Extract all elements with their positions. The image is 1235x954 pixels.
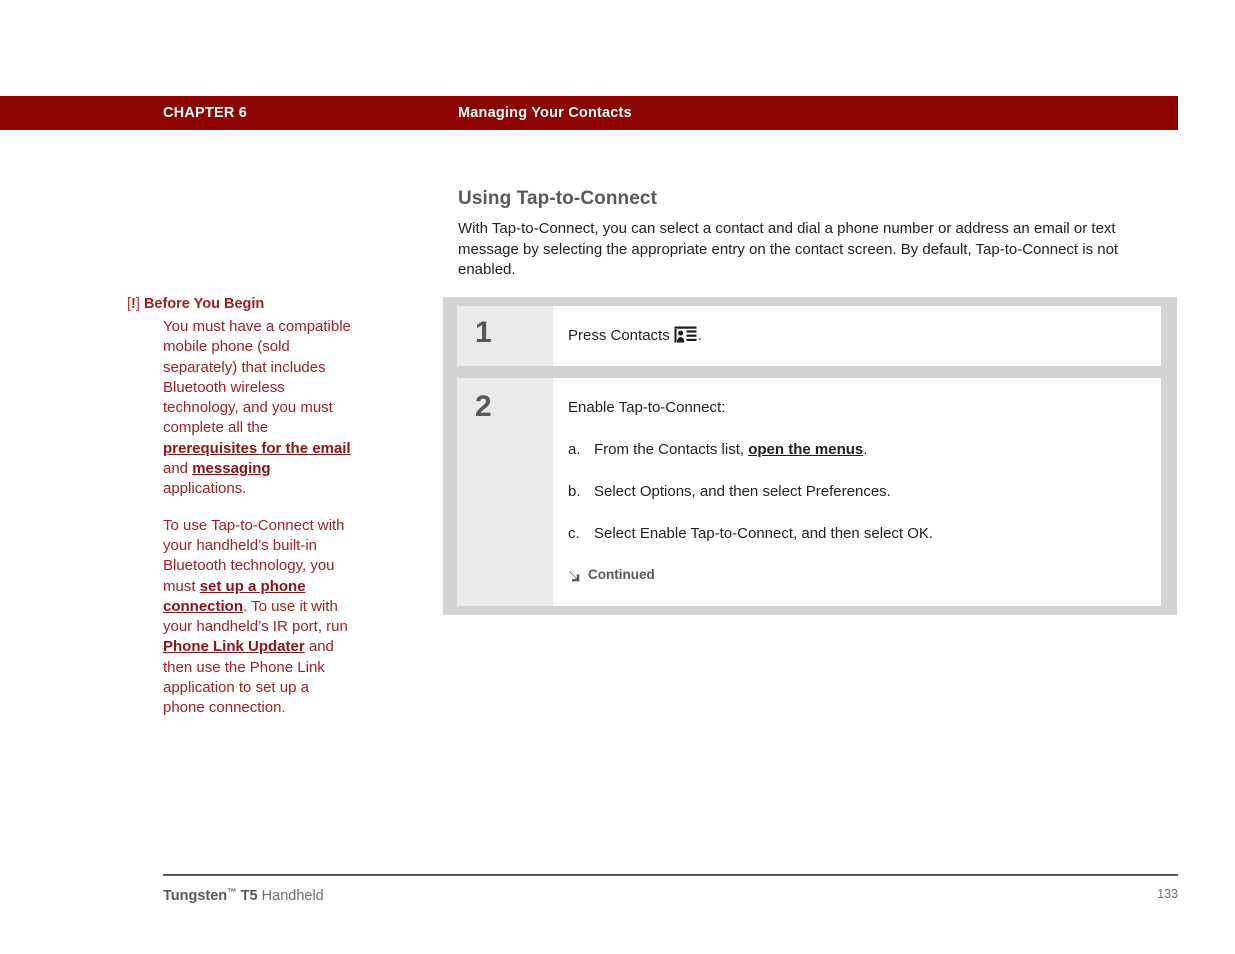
text-run: applications.: [163, 480, 247, 498]
intro-paragraph: With Tap-to-Connect, you can select a co…: [458, 220, 1119, 278]
footer-product-name: Tungsten™ T5 Handheld: [163, 883, 324, 906]
footer-brand: Tungsten: [163, 888, 228, 904]
step-instruction: Enable Tap-to-Connect:: [568, 398, 1145, 418]
text-run: Enable Tap-to-Connect:: [568, 399, 726, 416]
step-body: Press Contacts.: [553, 306, 1161, 366]
chapter-header-bar: CHAPTER 6 Managing Your Contacts: [0, 96, 1178, 130]
chapter-title: Managing Your Contacts: [458, 105, 632, 121]
cross-reference-link[interactable]: open the menus: [748, 441, 863, 458]
text-run: You must have a compatible mobile phone …: [163, 318, 351, 437]
substep-marker: c.: [568, 525, 580, 542]
substep-text: From the Contacts list, open the menus.: [594, 441, 867, 458]
step-number: 1: [457, 306, 553, 366]
before-you-begin-sidebar: [!] Before You Begin You must have a com…: [127, 294, 357, 719]
step-instruction: Press Contacts.: [568, 326, 1145, 346]
main-content: Using Tap-to-Connect With Tap-to-Connect…: [458, 188, 1178, 281]
substep-text: Select Enable Tap-to-Connect, and then s…: [594, 525, 933, 542]
sidebar-paragraph: You must have a compatible mobile phone …: [163, 317, 353, 500]
text-run: Select Enable Tap-to-Connect, and then s…: [594, 525, 934, 542]
substep-text: Select Options, and then select Preferen…: [594, 483, 891, 500]
substep-item: b. Select Options, and then select Prefe…: [568, 482, 1145, 502]
step-number: 2: [457, 378, 553, 606]
substep-item: a. From the Contacts list, open the menu…: [568, 440, 1145, 460]
footer-divider: [163, 874, 1178, 876]
arrow-down-right-icon: [568, 570, 581, 583]
cross-reference-link[interactable]: messaging: [192, 460, 270, 477]
footer-product-suffix: Handheld: [257, 888, 324, 904]
sidebar-body: You must have a compatible mobile phone …: [163, 317, 353, 719]
sidebar-heading-label: Before You Begin: [143, 296, 265, 312]
page-title: Using Tap-to-Connect: [458, 188, 658, 209]
alert-bracket-close-icon: ]: [135, 296, 140, 312]
step-body: Enable Tap-to-Connect: a. From the Conta…: [553, 378, 1161, 606]
substep-item: c. Select Enable Tap-to-Connect, and the…: [568, 524, 1145, 544]
text-run: .: [863, 441, 868, 458]
page-footer: Tungsten™ T5 Handheld 133: [163, 883, 1178, 906]
continued-label: Continued: [588, 567, 655, 582]
continued-note: Continued: [568, 566, 1145, 584]
text-run: .: [697, 327, 702, 344]
text-run: Select Options, and then select Preferen…: [594, 483, 891, 500]
footer-model: T5: [236, 888, 258, 904]
text-run: and: [163, 460, 193, 478]
substep-marker: b.: [568, 483, 581, 500]
step-item: 2 Enable Tap-to-Connect: a. From the Con…: [457, 378, 1161, 606]
sidebar-paragraph: To use Tap-to-Connect with your handheld…: [163, 516, 353, 719]
substep-marker: a.: [568, 441, 581, 458]
cross-reference-link[interactable]: prerequisites for the email: [163, 440, 351, 457]
text-run: From the Contacts list,: [594, 441, 749, 458]
step-item: 1 Press Contacts.: [457, 306, 1161, 366]
text-run: Press Contacts: [568, 327, 670, 344]
steps-container: 1 Press Contacts. 2 Enable Tap-to-Connec…: [443, 297, 1177, 615]
page-number: 133: [1157, 887, 1178, 901]
contacts-icon: [674, 326, 697, 343]
trademark-icon: ™: [227, 887, 237, 898]
chapter-label: CHAPTER 6: [163, 105, 247, 121]
cross-reference-link[interactable]: Phone Link Updater: [163, 638, 305, 655]
sidebar-heading: [!] Before You Begin: [127, 294, 357, 314]
